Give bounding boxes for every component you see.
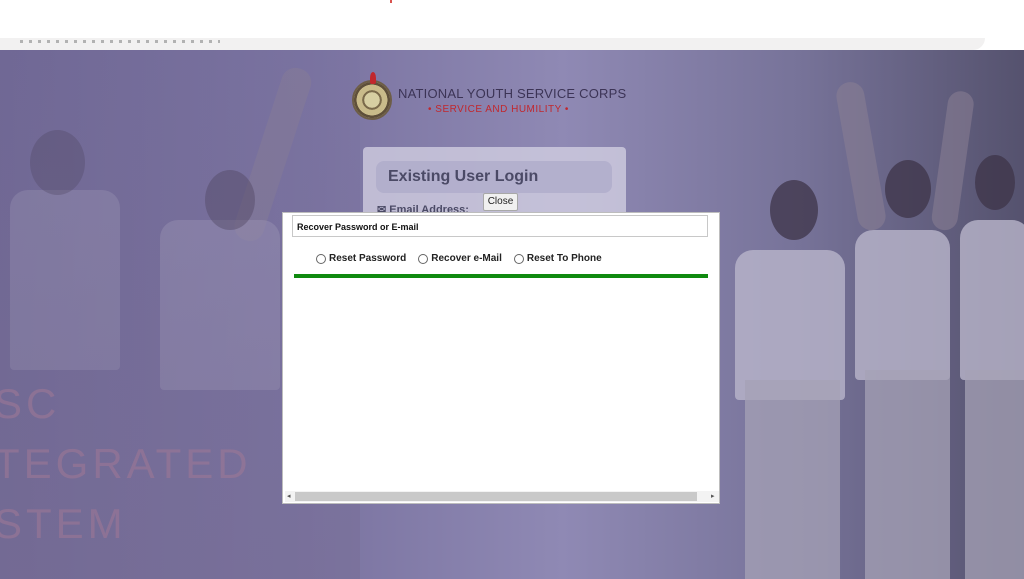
figure-shape xyxy=(735,250,845,400)
figure-shape xyxy=(834,79,888,233)
figure-shape xyxy=(975,155,1015,210)
page: SC TEGRATED STEM NATIONAL YOUTH SERVICE … xyxy=(0,0,1024,579)
scrollbar-thumb[interactable] xyxy=(295,492,697,501)
option-label: Reset To Phone xyxy=(526,253,602,264)
scroll-right-icon[interactable]: ▸ xyxy=(711,492,715,501)
reset-password-radio[interactable] xyxy=(316,253,326,264)
tagline-line-1: SC xyxy=(0,380,61,427)
option-reset-password[interactable]: Reset Password xyxy=(316,253,406,264)
figure-shape xyxy=(930,89,976,232)
divider-green xyxy=(294,274,708,278)
figure-shape xyxy=(885,160,931,218)
figure-shape xyxy=(745,380,840,579)
figure-shape xyxy=(960,220,1024,380)
horizontal-scrollbar[interactable]: ◂ ▸ xyxy=(285,491,719,502)
figure-shape xyxy=(770,180,818,240)
option-recover-email[interactable]: Recover e-Mail xyxy=(418,253,502,264)
figure-shape xyxy=(865,370,950,579)
figure-shape xyxy=(855,230,950,380)
nav-links-faded xyxy=(20,40,220,43)
org-name: NATIONAL YOUTH SERVICE CORPS xyxy=(398,86,627,101)
red-marker xyxy=(390,0,392,3)
tagline-line-3: STEM xyxy=(0,500,127,547)
recovery-options: Reset Password Recover e-Mail Reset To P… xyxy=(316,253,602,264)
nav-strip xyxy=(0,38,985,50)
top-bar xyxy=(0,0,1024,42)
option-label: Recover e-Mail xyxy=(431,253,502,264)
scroll-left-icon[interactable]: ◂ xyxy=(287,492,291,501)
reset-to-phone-radio[interactable] xyxy=(513,253,524,264)
option-label: Reset Password xyxy=(329,253,407,264)
figure-shape xyxy=(965,370,1024,579)
nysc-seal-icon xyxy=(352,72,392,120)
torch-icon xyxy=(370,72,376,84)
option-reset-to-phone[interactable]: Reset To Phone xyxy=(513,253,602,264)
login-title: Existing User Login xyxy=(376,161,612,193)
recover-dialog: Recover Password or E-mail Reset Passwor… xyxy=(282,212,720,504)
dialog-title: Recover Password or E-mail xyxy=(292,215,708,237)
tagline-line-2: TEGRATED xyxy=(0,440,252,487)
recover-email-radio[interactable] xyxy=(418,253,429,264)
org-motto: • SERVICE AND HUMILITY • xyxy=(428,104,569,115)
close-button[interactable]: Close xyxy=(483,193,518,211)
